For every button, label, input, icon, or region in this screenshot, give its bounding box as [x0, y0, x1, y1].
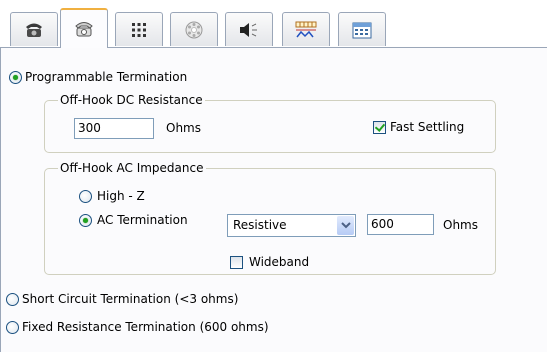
dc-resistance-title: Off-Hook DC Resistance	[58, 93, 205, 107]
dropdown-button[interactable]	[337, 216, 354, 235]
calendar-icon	[352, 22, 372, 38]
fast-settling-checkbox[interactable]	[373, 121, 386, 134]
wideband-label: Wideband	[249, 255, 310, 269]
dc-resistance-input[interactable]: 300	[74, 118, 154, 139]
short-circuit-radio[interactable]	[6, 293, 19, 306]
tab-phone[interactable]	[10, 12, 58, 46]
ac-impedance-input[interactable]: 600	[367, 214, 434, 235]
telephone-outline-icon	[75, 22, 93, 37]
fixed-resistance-radio[interactable]	[6, 321, 19, 334]
tab-waveform[interactable]	[282, 12, 330, 46]
keypad-icon	[132, 22, 146, 37]
waveform-icon	[295, 21, 317, 37]
tab-keypad[interactable]	[115, 12, 163, 46]
dial-icon	[185, 21, 203, 38]
high-z-radio[interactable]	[79, 190, 92, 203]
tab-speaker[interactable]	[225, 12, 273, 46]
tab-dial[interactable]	[170, 12, 218, 46]
wideband-checkbox[interactable]	[230, 256, 243, 269]
telephone-icon	[26, 23, 42, 37]
ac-impedance-title: Off-Hook AC Impedance	[58, 161, 206, 175]
high-z-label: High - Z	[97, 189, 145, 203]
speaker-icon	[240, 22, 257, 37]
tab-strip	[0, 0, 547, 48]
chevron-down-icon	[340, 222, 351, 229]
ac-termination-radio[interactable]	[79, 214, 92, 227]
fast-settling-label: Fast Settling	[390, 120, 465, 134]
dc-resistance-unit: Ohms	[166, 121, 201, 135]
termination-type-value: Resistive	[233, 218, 287, 232]
programmable-termination-label: Programmable Termination	[25, 70, 188, 84]
ac-impedance-unit: Ohms	[443, 218, 478, 232]
tab-phone-settings[interactable]	[60, 8, 108, 48]
tab-calendar[interactable]	[338, 12, 386, 46]
short-circuit-label: Short Circuit Termination (<3 ohms)	[22, 292, 239, 306]
ac-termination-label: AC Termination	[97, 213, 188, 227]
termination-type-select[interactable]: Resistive	[227, 214, 356, 237]
fixed-resistance-label: Fixed Resistance Termination (600 ohms)	[22, 320, 269, 334]
programmable-termination-radio[interactable]	[9, 71, 22, 84]
